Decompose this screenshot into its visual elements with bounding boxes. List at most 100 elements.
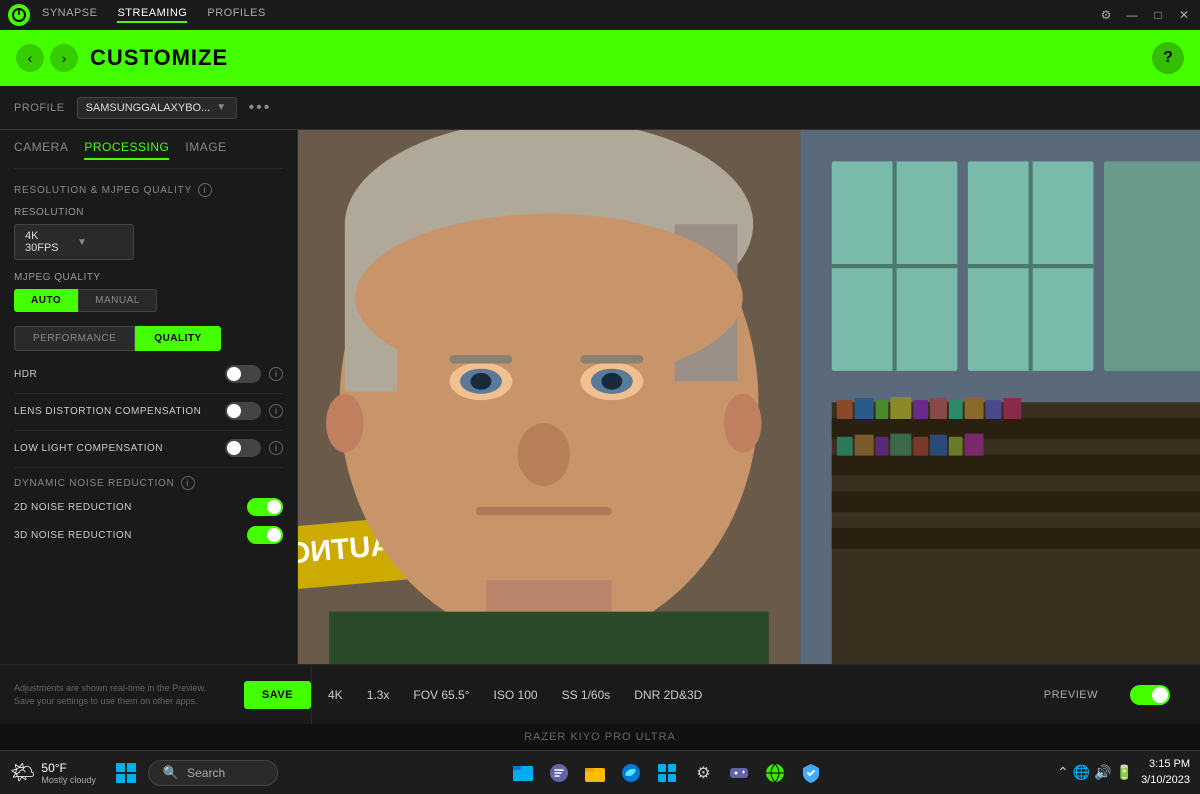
taskbar-search[interactable]: 🔍 Search bbox=[148, 760, 278, 786]
preview-label: PREVIEW bbox=[1044, 689, 1098, 701]
stat-zoom: 1.3x bbox=[367, 688, 390, 702]
back-button[interactable]: ‹ bbox=[16, 44, 44, 72]
manual-button[interactable]: MANUAL bbox=[78, 289, 157, 312]
bottom-bar: Adjustments are shown real-time in the P… bbox=[0, 664, 1200, 724]
divider-3 bbox=[14, 467, 283, 468]
resolution-info-icon[interactable]: i bbox=[198, 183, 212, 197]
hdr-label: HDR bbox=[14, 369, 217, 380]
taskbar-app-globe[interactable] bbox=[759, 757, 791, 789]
low-light-toggle[interactable] bbox=[225, 439, 261, 457]
start-button[interactable] bbox=[110, 757, 142, 789]
tray-battery-icon[interactable]: 🔋 bbox=[1116, 764, 1133, 781]
hdr-toggle[interactable] bbox=[225, 365, 261, 383]
taskbar-app-store[interactable] bbox=[651, 757, 683, 789]
weather-condition: Mostly cloudy bbox=[41, 775, 96, 785]
hdr-row: HDR i bbox=[14, 365, 283, 383]
camera-name: RAZER KIYO PRO ULTRA bbox=[524, 731, 676, 743]
taskbar-clock[interactable]: 3:15 PM 3/10/2023 bbox=[1141, 757, 1190, 788]
settings-icon[interactable]: ⚙ bbox=[1098, 7, 1114, 23]
stat-fov: FOV 65.5° bbox=[413, 688, 469, 702]
lens-distortion-label: LENS DISTORTION COMPENSATION bbox=[14, 406, 217, 417]
title-bar-nav: SYNAPSE STREAMING PROFILES bbox=[42, 7, 1086, 23]
low-light-info-icon[interactable]: i bbox=[269, 441, 283, 455]
bottom-tip: Adjustments are shown real-time in the P… bbox=[14, 682, 234, 707]
divider-2 bbox=[14, 430, 283, 431]
preview-toggle[interactable] bbox=[1130, 685, 1170, 705]
nav-synapse[interactable]: SYNAPSE bbox=[42, 7, 97, 23]
tray-volume-icon[interactable]: 🔊 bbox=[1094, 764, 1111, 781]
stat-resolution: 4K bbox=[328, 688, 343, 702]
window-controls: ⚙ — □ ✕ bbox=[1098, 7, 1192, 23]
low-light-label: LOW LIGHT COMPENSATION bbox=[14, 443, 217, 454]
taskbar-app-files[interactable] bbox=[507, 757, 539, 789]
low-light-row: LOW LIGHT COMPENSATION i bbox=[14, 439, 283, 457]
lens-distortion-info-icon[interactable]: i bbox=[269, 404, 283, 418]
minimize-button[interactable]: — bbox=[1124, 7, 1140, 23]
tab-camera[interactable]: CAMERA bbox=[14, 140, 68, 160]
bottom-bar-right: 4K 1.3x FOV 65.5° ISO 100 SS 1/60s DNR 2… bbox=[312, 685, 1186, 705]
taskbar-app-folder[interactable] bbox=[579, 757, 611, 789]
forward-button[interactable]: › bbox=[50, 44, 78, 72]
maximize-button[interactable]: □ bbox=[1150, 7, 1166, 23]
taskbar-app-shield[interactable] bbox=[795, 757, 827, 789]
nav-profiles[interactable]: PROFILES bbox=[207, 7, 265, 23]
save-button[interactable]: SAVE bbox=[244, 681, 311, 709]
stat-ss: SS 1/60s bbox=[562, 688, 611, 702]
noise-3d-label: 3D NOISE REDUCTION bbox=[14, 530, 239, 541]
noise-2d-toggle[interactable] bbox=[247, 498, 283, 516]
clock-date: 3/10/2023 bbox=[1141, 773, 1190, 788]
taskbar-app-game[interactable] bbox=[723, 757, 755, 789]
quality-button[interactable]: QUALITY bbox=[135, 326, 220, 351]
resolution-value: 4K 30FPS bbox=[25, 230, 71, 254]
weather-icon: 🌤 bbox=[10, 760, 35, 785]
bottom-bar-left: Adjustments are shown real-time in the P… bbox=[14, 665, 312, 724]
temperature: 50°F bbox=[41, 761, 96, 775]
dynamic-noise-label: DYNAMIC NOISE REDUCTION i bbox=[14, 476, 283, 490]
resolution-mjpeg-label: RESOLUTION & MJPEG QUALITY i bbox=[14, 183, 283, 197]
help-button[interactable]: ? bbox=[1152, 42, 1184, 74]
noise-2d-row: 2D NOISE REDUCTION bbox=[14, 498, 283, 516]
taskbar-app-edge[interactable] bbox=[615, 757, 647, 789]
resolution-dropdown[interactable]: 4K 30FPS ▼ bbox=[14, 224, 134, 260]
resolution-sublabel: RESOLUTION bbox=[14, 207, 283, 218]
camera-preview-panel: OИТUAƆ bbox=[298, 130, 1200, 664]
taskbar-app-chat[interactable] bbox=[543, 757, 575, 789]
tray-network-icon[interactable]: 🌐 bbox=[1073, 764, 1090, 781]
close-button[interactable]: ✕ bbox=[1176, 7, 1192, 23]
main-layout: CAMERA PROCESSING IMAGE RESOLUTION & MJP… bbox=[0, 130, 1200, 664]
lens-distortion-row: LENS DISTORTION COMPENSATION i bbox=[14, 402, 283, 420]
lens-distortion-toggle[interactable] bbox=[225, 402, 261, 420]
chevron-down-icon: ▼ bbox=[216, 102, 227, 113]
dynamic-noise-info-icon[interactable]: i bbox=[181, 476, 195, 490]
nav-streaming[interactable]: STREAMING bbox=[117, 7, 187, 23]
profile-bar: PROFILE SAMSUNGGALAXYBO... ▼ ••• bbox=[0, 86, 1200, 130]
nav-buttons: ‹ › bbox=[16, 44, 78, 72]
profile-more-button[interactable]: ••• bbox=[249, 99, 272, 117]
profile-label: PROFILE bbox=[14, 102, 65, 114]
clock-time: 3:15 PM bbox=[1141, 757, 1190, 772]
tab-processing[interactable]: PROCESSING bbox=[84, 140, 169, 160]
mjpeg-label: MJPEG QUALITY bbox=[14, 272, 283, 283]
left-panel: CAMERA PROCESSING IMAGE RESOLUTION & MJP… bbox=[0, 130, 298, 664]
noise-3d-toggle[interactable] bbox=[247, 526, 283, 544]
taskbar-tray: ⌃ 🌐 🔊 🔋 3:15 PM 3/10/2023 bbox=[1057, 757, 1190, 788]
performance-button[interactable]: PERFORMANCE bbox=[14, 326, 135, 351]
taskbar-apps: ⚙ bbox=[284, 757, 1051, 789]
stat-dnr: DNR 2D&3D bbox=[634, 688, 702, 702]
hdr-info-icon[interactable]: i bbox=[269, 367, 283, 381]
profile-dropdown[interactable]: SAMSUNGGALAXYBO... ▼ bbox=[77, 97, 237, 119]
tab-row: CAMERA PROCESSING IMAGE bbox=[14, 140, 283, 169]
stat-iso: ISO 100 bbox=[494, 688, 538, 702]
perf-quality-row: PERFORMANCE QUALITY bbox=[14, 326, 283, 351]
app-logo bbox=[8, 4, 30, 26]
title-bar: SYNAPSE STREAMING PROFILES ⚙ — □ ✕ bbox=[0, 0, 1200, 30]
camera-preview: OИТUAƆ bbox=[298, 130, 1200, 664]
camera-name-bar: RAZER KIYO PRO ULTRA bbox=[0, 724, 1200, 750]
dynamic-noise-section: DYNAMIC NOISE REDUCTION i 2D NOISE REDUC… bbox=[14, 476, 283, 544]
tab-image[interactable]: IMAGE bbox=[185, 140, 226, 160]
auto-button[interactable]: AUTO bbox=[14, 289, 78, 312]
taskbar-app-settings[interactable]: ⚙ bbox=[687, 757, 719, 789]
tray-chevron-icon[interactable]: ⌃ bbox=[1057, 764, 1069, 781]
mjpeg-toggle-row: AUTO MANUAL bbox=[14, 289, 283, 312]
page-title: CUSTOMIZE bbox=[90, 45, 1140, 71]
